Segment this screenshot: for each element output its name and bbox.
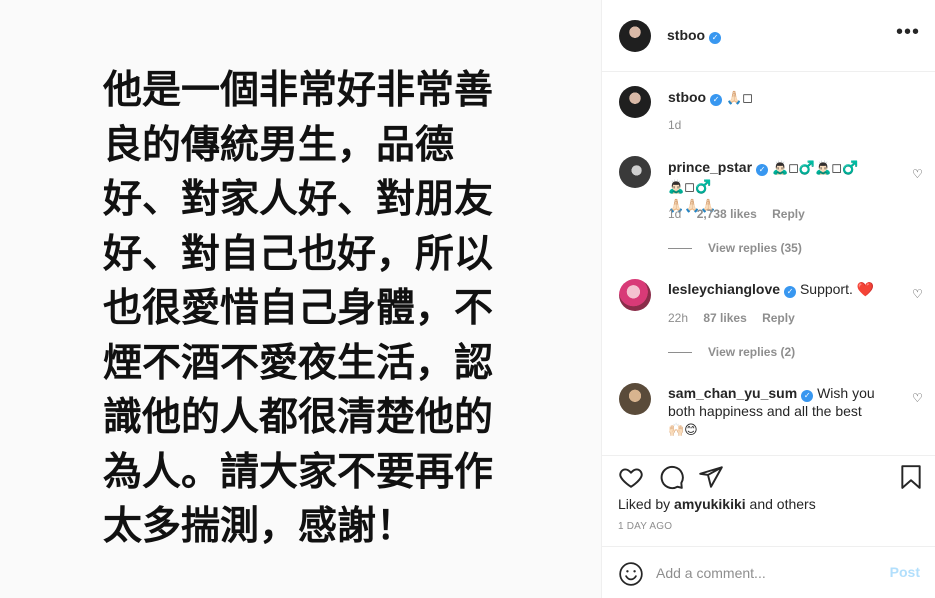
view-replies-button[interactable]: View replies (2) — [668, 345, 795, 359]
post-text-line: 煙不酒不愛夜生活，認 — [103, 340, 494, 386]
view-replies-label[interactable]: View replies (2) — [708, 345, 795, 359]
post-text-line: 識他的人都很清楚他的 — [103, 395, 494, 440]
post-timestamp[interactable]: 1 DAY AGO — [618, 521, 672, 532]
comment-username[interactable]: lesleychianglove — [668, 281, 780, 297]
view-replies-button[interactable]: View replies (35) — [668, 241, 802, 255]
caption: stboo ✓ 🙏🏻◻ — [668, 88, 908, 107]
avatar[interactable] — [619, 86, 651, 118]
username-label[interactable]: stboo — [667, 27, 705, 43]
post-text-line: 也很愛惜自己身體，不 — [103, 286, 494, 331]
add-comment-bar: Post — [602, 546, 935, 598]
comment-likes[interactable]: 87 likes — [703, 311, 746, 325]
comment-text: both happiness and all the best — [668, 403, 862, 419]
like-comment-heart-icon[interactable]: ♡ — [912, 288, 924, 300]
reply-button[interactable]: Reply — [762, 311, 795, 325]
avatar[interactable] — [619, 383, 651, 415]
caption-text: 🙏🏻◻ — [726, 90, 753, 105]
liked-by-user[interactable]: amyukikiki — [674, 496, 746, 512]
avatar[interactable] — [619, 279, 651, 311]
like-comment-heart-icon[interactable]: ♡ — [912, 392, 924, 404]
post-header: stboo ✓ ••• — [602, 0, 935, 72]
verified-badge-icon: ✓ — [756, 164, 769, 176]
comment-input[interactable] — [656, 561, 876, 585]
liked-by-suffix[interactable]: and others — [746, 496, 816, 512]
comment-text: Support. ❤️ — [799, 281, 875, 297]
view-replies-line — [668, 352, 692, 354]
like-comment-heart-icon[interactable]: ♡ — [912, 168, 924, 180]
comment-meta: 1d 2,738 likes Reply — [668, 207, 817, 221]
post-text-line: 太多揣測，感謝！ — [103, 504, 416, 549]
comment-username[interactable]: sam_chan_yu_sum — [668, 385, 797, 401]
post-side-panel: stboo ✓ ••• stboo ✓ 🙏🏻◻ 1d prince_pstar ✓ 🙇… — [601, 0, 935, 598]
post-text-line: 良的傳統男生，品德 — [103, 122, 455, 168]
liked-by-text[interactable]: Liked by amyukikiki and others — [618, 496, 816, 512]
post-text-line: 好、對自己也好，所以 — [103, 231, 494, 277]
emoji-smiley-icon[interactable] — [618, 561, 644, 587]
comment-text: 🙌🏻😊 — [668, 422, 698, 437]
post-text: 他是一個非常好非常善 良的傳統男生，品德 好、對家人好、對朋友 好、對自己也好，… — [103, 64, 533, 555]
post-text-line: 他是一個非常好非常善 — [103, 68, 494, 113]
header-username[interactable]: stboo ✓ — [667, 27, 722, 44]
caption-meta: 1d — [668, 118, 693, 132]
comment-time[interactable]: 22h — [668, 311, 688, 325]
view-replies-label[interactable]: View replies (35) — [708, 241, 802, 255]
comment-time[interactable]: 1d — [668, 207, 681, 221]
post-actions: Liked by amyukikiki and others 1 DAY AGO — [602, 455, 935, 545]
post-text-line: 好、對家人好、對朋友 — [103, 177, 494, 222]
share-paper-plane-icon[interactable] — [698, 464, 724, 490]
comment-text: Wish you — [817, 385, 875, 401]
comment-likes[interactable]: 2,738 likes — [697, 207, 757, 221]
avatar[interactable] — [619, 156, 651, 188]
comment-item: lesleychianglove ✓ Support. ❤️ — [668, 280, 896, 298]
comments-list[interactable]: stboo ✓ 🙏🏻◻ 1d prince_pstar ✓ 🙇🏻‍♂️◻♂️🙇🏻‍♂… — [602, 73, 935, 455]
like-heart-icon[interactable] — [618, 464, 644, 490]
verified-badge-icon: ✓ — [709, 32, 722, 44]
verified-badge-icon: ✓ — [801, 390, 814, 402]
post-comment-button[interactable]: Post — [890, 564, 920, 580]
comment-meta: 22h 87 likes Reply — [668, 311, 807, 325]
verified-badge-icon: ✓ — [784, 286, 797, 298]
post-text-line: 為人。請大家不要再作 — [103, 449, 494, 495]
liked-by-prefix: Liked by — [618, 496, 675, 512]
caption-time[interactable]: 1d — [668, 118, 681, 132]
save-bookmark-icon[interactable] — [898, 464, 924, 490]
avatar[interactable] — [619, 20, 651, 52]
reply-button[interactable]: Reply — [772, 207, 805, 221]
comment-bubble-icon[interactable] — [659, 464, 685, 490]
post-image: 他是一個非常好非常善 良的傳統男生，品德 好、對家人好、對朋友 好、對自己也好，… — [0, 0, 601, 598]
verified-badge-icon: ✓ — [710, 94, 723, 106]
caption-username[interactable]: stboo — [668, 89, 706, 105]
comment-item: sam_chan_yu_sum ✓ Wish you both happiness… — [668, 384, 896, 439]
view-replies-line — [668, 248, 692, 250]
comment-username[interactable]: prince_pstar — [668, 159, 752, 175]
more-options-icon[interactable]: ••• — [896, 22, 920, 42]
